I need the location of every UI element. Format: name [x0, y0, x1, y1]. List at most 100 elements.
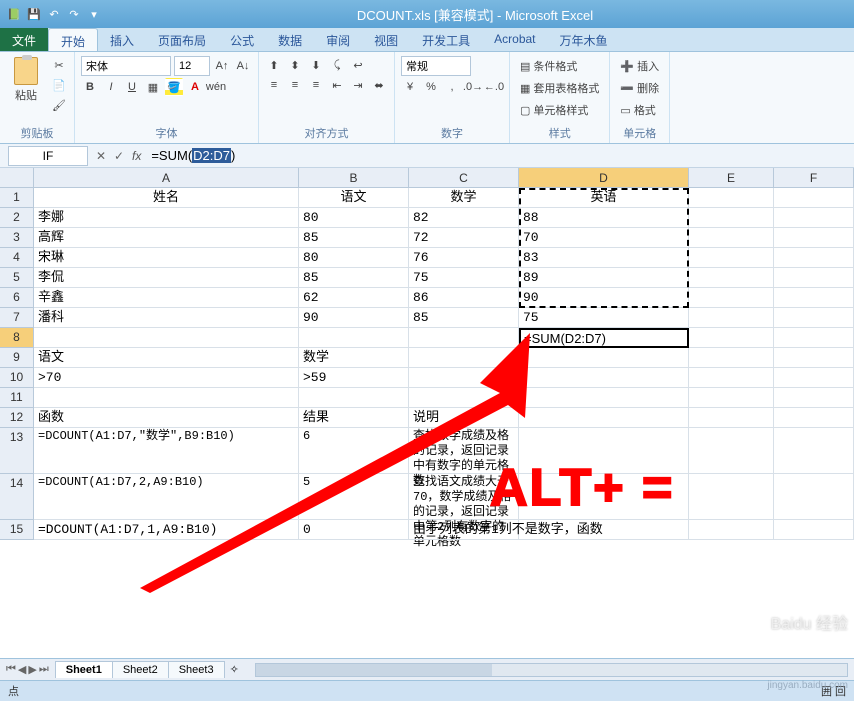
fill-color-icon[interactable]: 🪣 [165, 78, 183, 96]
cell-E10[interactable] [689, 368, 774, 388]
cell-B4[interactable]: 80 [299, 248, 409, 268]
insert-cells-button[interactable]: ➕插入 [616, 56, 663, 76]
cell-D4[interactable]: 83 [519, 248, 689, 268]
cell-F7[interactable] [774, 308, 854, 328]
row-header-8[interactable]: 8 [0, 328, 34, 348]
cell-E2[interactable] [689, 208, 774, 228]
cell-B12[interactable]: 结果 [299, 408, 409, 428]
cell-A3[interactable]: 高辉 [34, 228, 299, 248]
font-size-select[interactable] [174, 56, 210, 76]
cell-B13[interactable]: 6 [299, 428, 409, 474]
cell-C12[interactable]: 说明 [409, 408, 519, 428]
new-sheet-icon[interactable]: ✧ [224, 663, 245, 676]
cell-E8[interactable] [689, 328, 774, 348]
cell-F4[interactable] [774, 248, 854, 268]
cell-D1[interactable]: 英语 [519, 188, 689, 208]
italic-icon[interactable]: I [102, 78, 120, 96]
cell-F8[interactable] [774, 328, 854, 348]
cell-A9[interactable]: 语文 [34, 348, 299, 368]
cell-B1[interactable]: 语文 [299, 188, 409, 208]
cell-B14[interactable]: 5 [299, 474, 409, 520]
row-header-15[interactable]: 15 [0, 520, 34, 540]
cell-E7[interactable] [689, 308, 774, 328]
cell-C15[interactable]: 由于列表的第1列不是数字，函数 [409, 520, 519, 540]
row-header-5[interactable]: 5 [0, 268, 34, 288]
cell-F6[interactable] [774, 288, 854, 308]
cell-C2[interactable]: 82 [409, 208, 519, 228]
cell-B5[interactable]: 85 [299, 268, 409, 288]
cell-F13[interactable] [774, 428, 854, 474]
row-header-11[interactable]: 11 [0, 388, 34, 408]
delete-cells-button[interactable]: ➖删除 [616, 78, 663, 98]
orientation-icon[interactable]: ⤹ [328, 56, 346, 74]
col-header-A[interactable]: A [34, 168, 299, 188]
cell-B3[interactable]: 85 [299, 228, 409, 248]
cell-A1[interactable]: 姓名 [34, 188, 299, 208]
row-header-14[interactable]: 14 [0, 474, 34, 520]
tab-dev[interactable]: 开发工具 [410, 28, 482, 51]
cut-icon[interactable]: ✂ [50, 56, 68, 74]
cell-A4[interactable]: 宋琳 [34, 248, 299, 268]
cell-F11[interactable] [774, 388, 854, 408]
tab-formulas[interactable]: 公式 [218, 28, 266, 51]
cell-D6[interactable]: 90 [519, 288, 689, 308]
cell-A7[interactable]: 潘科 [34, 308, 299, 328]
sheet-tab-1[interactable]: Sheet1 [55, 661, 113, 678]
comma-icon[interactable]: , [443, 78, 461, 96]
font-name-select[interactable] [81, 56, 171, 76]
cell-A12[interactable]: 函数 [34, 408, 299, 428]
cell-F9[interactable] [774, 348, 854, 368]
font-color-icon[interactable]: A [186, 78, 204, 96]
cell-F14[interactable] [774, 474, 854, 520]
align-middle-icon[interactable]: ⬍ [286, 56, 304, 74]
tab-data[interactable]: 数据 [266, 28, 314, 51]
row-header-3[interactable]: 3 [0, 228, 34, 248]
cell-B10[interactable]: >59 [299, 368, 409, 388]
cell-C5[interactable]: 75 [409, 268, 519, 288]
cell-D5[interactable]: 89 [519, 268, 689, 288]
fx-icon[interactable]: fx [128, 149, 145, 163]
cell-C4[interactable]: 76 [409, 248, 519, 268]
row-header-12[interactable]: 12 [0, 408, 34, 428]
row-header-2[interactable]: 2 [0, 208, 34, 228]
qat-more-icon[interactable]: ▾ [86, 6, 102, 22]
cell-A2[interactable]: 李娜 [34, 208, 299, 228]
border-icon[interactable]: ▦ [144, 78, 162, 96]
col-header-C[interactable]: C [409, 168, 519, 188]
col-header-E[interactable]: E [689, 168, 774, 188]
currency-icon[interactable]: ¥ [401, 78, 419, 96]
cell-D2[interactable]: 88 [519, 208, 689, 228]
tab-view[interactable]: 视图 [362, 28, 410, 51]
cell-D11[interactable] [519, 388, 689, 408]
cell-C1[interactable]: 数学 [409, 188, 519, 208]
merge-icon[interactable]: ⬌ [370, 76, 388, 94]
cell-F10[interactable] [774, 368, 854, 388]
paste-button[interactable]: 粘贴 [6, 56, 46, 104]
cell-A11[interactable] [34, 388, 299, 408]
tab-layout[interactable]: 页面布局 [146, 28, 218, 51]
tab-nav-next-icon[interactable]: ▶ [28, 663, 36, 676]
cell-E3[interactable] [689, 228, 774, 248]
cell-A13[interactable]: =DCOUNT(A1:D7,"数学",B9:B10) [34, 428, 299, 474]
cell-B9[interactable]: 数学 [299, 348, 409, 368]
row-header-4[interactable]: 4 [0, 248, 34, 268]
tab-nav-first-icon[interactable]: ⏮ [6, 663, 16, 676]
inc-decimal-icon[interactable]: .0→ [464, 78, 482, 96]
cell-C11[interactable] [409, 388, 519, 408]
number-format-select[interactable] [401, 56, 471, 76]
align-right-icon[interactable]: ≡ [307, 76, 325, 94]
cell-E11[interactable] [689, 388, 774, 408]
dec-decimal-icon[interactable]: ←.0 [485, 78, 503, 96]
name-box[interactable]: IF [8, 146, 88, 166]
align-top-icon[interactable]: ⬆ [265, 56, 283, 74]
cell-F5[interactable] [774, 268, 854, 288]
copy-icon[interactable]: 📄 [50, 76, 68, 94]
row-header-9[interactable]: 9 [0, 348, 34, 368]
cell-D9[interactable] [519, 348, 689, 368]
cell-F12[interactable] [774, 408, 854, 428]
tab-acrobat[interactable]: Acrobat [482, 28, 547, 51]
indent-inc-icon[interactable]: ⇥ [349, 76, 367, 94]
tab-nav-last-icon[interactable]: ⏭ [39, 663, 49, 676]
col-header-D[interactable]: D [519, 168, 689, 188]
phonetic-icon[interactable]: wén [207, 78, 225, 96]
